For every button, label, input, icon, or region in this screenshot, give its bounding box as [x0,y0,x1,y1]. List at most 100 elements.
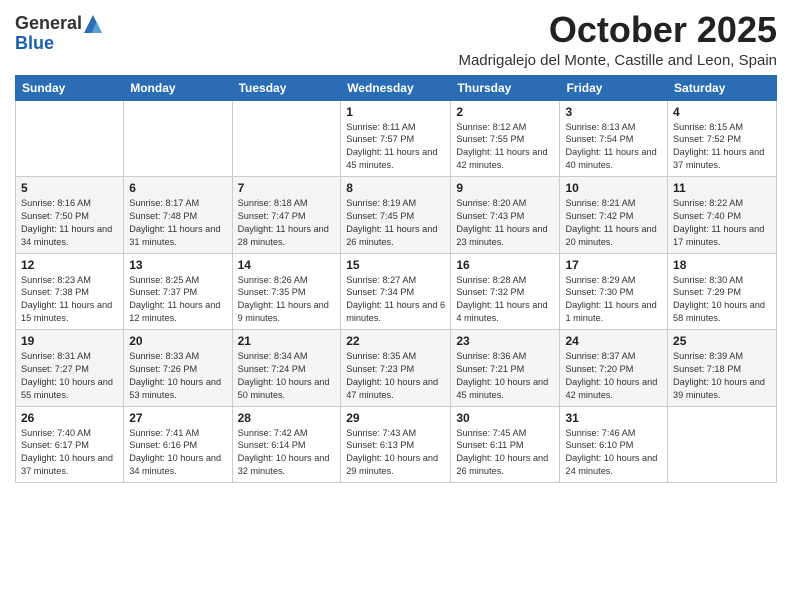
col-header-monday: Monday [124,75,232,100]
calendar-cell: 13 Sunrise: 8:25 AM Sunset: 7:37 PM Dayli… [124,253,232,330]
calendar-cell: 1Sunrise: 8:11 AM Sunset: 7:57 PM Daylig… [341,100,451,177]
calendar-header-row: SundayMondayTuesdayWednesdayThursdayFrid… [16,75,777,100]
day-info: Sunrise: 8:39 AM Sunset: 7:18 PM Dayligh… [673,350,771,402]
month-title: October 2025 [458,10,777,50]
logo: General Blue [15,14,102,54]
day-number: 3 [565,105,662,119]
day-number: 27 [129,411,226,425]
day-number: 13 [129,258,226,272]
logo-general-text: General [15,14,82,34]
calendar-cell: 5 Sunrise: 8:16 AM Sunset: 7:50 PM Daylig… [16,177,124,254]
col-header-wednesday: Wednesday [341,75,451,100]
day-info: Sunrise: 8:19 AM Sunset: 7:45 PM Dayligh… [346,197,445,249]
day-info: Sunrise: 8:16 AM Sunset: 7:50 PM Dayligh… [21,197,118,249]
calendar-cell: 22Sunrise: 8:35 AM Sunset: 7:23 PM Dayli… [341,330,451,407]
title-block: October 2025 Madrigalejo del Monte, Cast… [458,10,777,69]
logo-blue-text: Blue [15,33,54,53]
col-header-sunday: Sunday [16,75,124,100]
col-header-saturday: Saturday [668,75,777,100]
calendar-cell: 29Sunrise: 7:43 AM Sunset: 6:13 PM Dayli… [341,406,451,483]
day-number: 31 [565,411,662,425]
calendar-cell: 6 Sunrise: 8:17 AM Sunset: 7:48 PM Daylig… [124,177,232,254]
calendar-cell: 23 Sunrise: 8:36 AM Sunset: 7:21 PM Dayli… [451,330,560,407]
day-info: Sunrise: 8:33 AM Sunset: 7:26 PM Dayligh… [129,350,226,402]
day-info: Sunrise: 7:40 AM Sunset: 6:17 PM Dayligh… [21,427,118,479]
day-number: 20 [129,334,226,348]
day-number: 30 [456,411,554,425]
day-info: Sunrise: 7:46 AM Sunset: 6:10 PM Dayligh… [565,427,662,479]
day-info: Sunrise: 8:11 AM Sunset: 7:57 PM Dayligh… [346,121,445,173]
day-info: Sunrise: 8:20 AM Sunset: 7:43 PM Dayligh… [456,197,554,249]
calendar-cell: 28 Sunrise: 7:42 AM Sunset: 6:14 PM Dayli… [232,406,341,483]
calendar-cell: 4 Sunrise: 8:15 AM Sunset: 7:52 PM Daylig… [668,100,777,177]
calendar-cell: 12 Sunrise: 8:23 AM Sunset: 7:38 PM Dayli… [16,253,124,330]
day-number: 19 [21,334,118,348]
calendar-cell: 24Sunrise: 8:37 AM Sunset: 7:20 PM Dayli… [560,330,668,407]
day-info: Sunrise: 8:35 AM Sunset: 7:23 PM Dayligh… [346,350,445,402]
calendar-week-row: 12 Sunrise: 8:23 AM Sunset: 7:38 PM Dayli… [16,253,777,330]
day-number: 4 [673,105,771,119]
calendar-cell: 11 Sunrise: 8:22 AM Sunset: 7:40 PM Dayli… [668,177,777,254]
day-number: 28 [238,411,336,425]
calendar-cell [16,100,124,177]
day-info: Sunrise: 8:15 AM Sunset: 7:52 PM Dayligh… [673,121,771,173]
day-number: 16 [456,258,554,272]
day-info: Sunrise: 8:23 AM Sunset: 7:38 PM Dayligh… [21,274,118,326]
calendar-cell: 8 Sunrise: 8:19 AM Sunset: 7:45 PM Daylig… [341,177,451,254]
day-info: Sunrise: 8:17 AM Sunset: 7:48 PM Dayligh… [129,197,226,249]
calendar-cell [232,100,341,177]
day-number: 6 [129,181,226,195]
col-header-friday: Friday [560,75,668,100]
day-number: 24 [565,334,662,348]
calendar-cell: 31 Sunrise: 7:46 AM Sunset: 6:10 PM Dayli… [560,406,668,483]
day-number: 9 [456,181,554,195]
day-number: 21 [238,334,336,348]
calendar-week-row: 1Sunrise: 8:11 AM Sunset: 7:57 PM Daylig… [16,100,777,177]
day-number: 14 [238,258,336,272]
day-info: Sunrise: 8:18 AM Sunset: 7:47 PM Dayligh… [238,197,336,249]
page: General Blue October 2025 Madrigalejo de… [0,0,792,612]
day-number: 7 [238,181,336,195]
day-number: 10 [565,181,662,195]
calendar-cell: 15Sunrise: 8:27 AM Sunset: 7:34 PM Dayli… [341,253,451,330]
calendar-cell: 10 Sunrise: 8:21 AM Sunset: 7:42 PM Dayli… [560,177,668,254]
day-info: Sunrise: 8:22 AM Sunset: 7:40 PM Dayligh… [673,197,771,249]
calendar-table: SundayMondayTuesdayWednesdayThursdayFrid… [15,75,777,484]
calendar-cell: 27Sunrise: 7:41 AM Sunset: 6:16 PM Dayli… [124,406,232,483]
calendar-cell: 18Sunrise: 8:30 AM Sunset: 7:29 PM Dayli… [668,253,777,330]
day-info: Sunrise: 8:12 AM Sunset: 7:55 PM Dayligh… [456,121,554,173]
day-info: Sunrise: 7:42 AM Sunset: 6:14 PM Dayligh… [238,427,336,479]
day-info: Sunrise: 8:28 AM Sunset: 7:32 PM Dayligh… [456,274,554,326]
day-number: 17 [565,258,662,272]
day-number: 26 [21,411,118,425]
calendar-cell: 19Sunrise: 8:31 AM Sunset: 7:27 PM Dayli… [16,330,124,407]
day-number: 8 [346,181,445,195]
calendar-cell: 3 Sunrise: 8:13 AM Sunset: 7:54 PM Daylig… [560,100,668,177]
day-number: 11 [673,181,771,195]
day-info: Sunrise: 8:29 AM Sunset: 7:30 PM Dayligh… [565,274,662,326]
calendar-week-row: 19Sunrise: 8:31 AM Sunset: 7:27 PM Dayli… [16,330,777,407]
day-number: 15 [346,258,445,272]
day-info: Sunrise: 7:43 AM Sunset: 6:13 PM Dayligh… [346,427,445,479]
day-number: 23 [456,334,554,348]
calendar-cell: 26 Sunrise: 7:40 AM Sunset: 6:17 PM Dayli… [16,406,124,483]
day-info: Sunrise: 8:34 AM Sunset: 7:24 PM Dayligh… [238,350,336,402]
calendar-cell [124,100,232,177]
logo-icon [84,15,102,33]
calendar-cell: 25 Sunrise: 8:39 AM Sunset: 7:18 PM Dayli… [668,330,777,407]
calendar-cell: 16 Sunrise: 8:28 AM Sunset: 7:32 PM Dayli… [451,253,560,330]
calendar-week-row: 5 Sunrise: 8:16 AM Sunset: 7:50 PM Daylig… [16,177,777,254]
calendar-week-row: 26 Sunrise: 7:40 AM Sunset: 6:17 PM Dayli… [16,406,777,483]
day-number: 12 [21,258,118,272]
day-info: Sunrise: 8:36 AM Sunset: 7:21 PM Dayligh… [456,350,554,402]
day-number: 25 [673,334,771,348]
day-info: Sunrise: 8:21 AM Sunset: 7:42 PM Dayligh… [565,197,662,249]
calendar-cell: 17 Sunrise: 8:29 AM Sunset: 7:30 PM Dayli… [560,253,668,330]
calendar-cell: 20 Sunrise: 8:33 AM Sunset: 7:26 PM Dayli… [124,330,232,407]
day-info: Sunrise: 8:13 AM Sunset: 7:54 PM Dayligh… [565,121,662,173]
calendar-cell: 14Sunrise: 8:26 AM Sunset: 7:35 PM Dayli… [232,253,341,330]
day-number: 5 [21,181,118,195]
calendar-cell: 9 Sunrise: 8:20 AM Sunset: 7:43 PM Daylig… [451,177,560,254]
day-info: Sunrise: 8:25 AM Sunset: 7:37 PM Dayligh… [129,274,226,326]
calendar-cell: 30Sunrise: 7:45 AM Sunset: 6:11 PM Dayli… [451,406,560,483]
